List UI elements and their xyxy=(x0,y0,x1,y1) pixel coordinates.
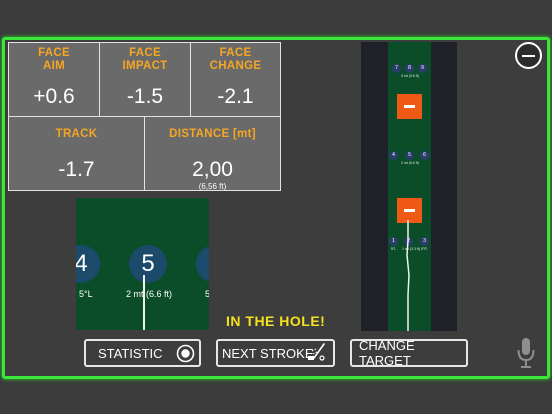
face-impact-value: -1.5 xyxy=(126,85,164,108)
lane-target-far xyxy=(397,94,422,119)
minus-button[interactable] xyxy=(515,42,542,69)
face-change-label: FACE CHANGE xyxy=(209,47,262,72)
distance-label: DISTANCE [mt] xyxy=(169,128,256,140)
ball-marker-4: 4 xyxy=(76,245,100,283)
face-impact-cell: FACE IMPACT -1.5 xyxy=(99,42,191,117)
ball-label-right: 5 xyxy=(205,289,209,299)
face-aim-cell: FACE AIM +0.6 xyxy=(8,42,100,117)
face-change-value: -2.1 xyxy=(217,85,254,108)
putter-icon xyxy=(308,343,325,361)
microphone-icon[interactable] xyxy=(516,337,536,369)
ball-marker-6: 6 xyxy=(196,245,209,283)
lane-ball-4: 4 xyxy=(389,151,398,160)
lane-ball-7: 7 xyxy=(392,64,401,73)
lane-ball-1: 1 xyxy=(389,237,398,246)
distance-sub-value: (6,56 ft) xyxy=(198,182,227,191)
face-change-cell: FACE CHANGE -2.1 xyxy=(190,42,281,117)
lane-ball-5: 5 xyxy=(405,151,414,160)
lane-ball-path xyxy=(406,220,410,331)
change-target-button-label: CHANGE TARGET xyxy=(359,338,415,368)
lane-ball-6: 6 xyxy=(420,151,429,160)
lane-row-mid-label: 2 mt (6.6 ft) xyxy=(401,161,419,165)
change-target-button[interactable]: CHANGE TARGET xyxy=(350,338,468,368)
face-impact-label: FACE IMPACT xyxy=(122,47,168,72)
face-aim-label: FACE AIM xyxy=(38,47,70,72)
track-value: -1.7 xyxy=(58,158,95,181)
result-message: IN THE HOLE! xyxy=(226,313,326,329)
statistic-button-label: STATISTIC xyxy=(98,345,163,361)
face-aim-value: +0.6 xyxy=(33,85,75,108)
ball-marker-5: 5 xyxy=(129,245,167,283)
ball-label-center: 2 mt (6.6 ft) xyxy=(126,289,173,299)
distance-cell: DISTANCE [mt] 2,00 (6,56 ft) xyxy=(144,116,281,191)
statistic-button[interactable]: STATISTIC xyxy=(84,339,201,367)
next-stroke-button[interactable]: NEXT STROKE xyxy=(216,339,335,367)
minus-icon xyxy=(522,54,535,57)
metrics-panel: FACE AIM +0.6 FACE IMPACT -1.5 FACE CHAN… xyxy=(8,42,281,191)
track-label: TRACK xyxy=(55,128,98,140)
track-cell: TRACK -1.7 xyxy=(8,116,145,191)
lane-ball-8: 8 xyxy=(405,64,414,73)
lane-row-top-label: 3 mt (9.8 ft) xyxy=(401,74,419,78)
lane-ball-3: 3 xyxy=(420,237,429,246)
ball-path-trace xyxy=(143,275,145,330)
lane-ball-9: 9 xyxy=(418,64,427,73)
ball-label-left: 5°L xyxy=(79,289,93,299)
record-icon xyxy=(176,344,195,363)
distance-value: 2,00 xyxy=(192,158,233,181)
lane-row-bottom-left-label: 5°L xyxy=(391,247,397,251)
lane-row-bottom-right-label: 5°R xyxy=(421,247,427,251)
next-stroke-button-label: NEXT STROKE xyxy=(222,345,314,361)
